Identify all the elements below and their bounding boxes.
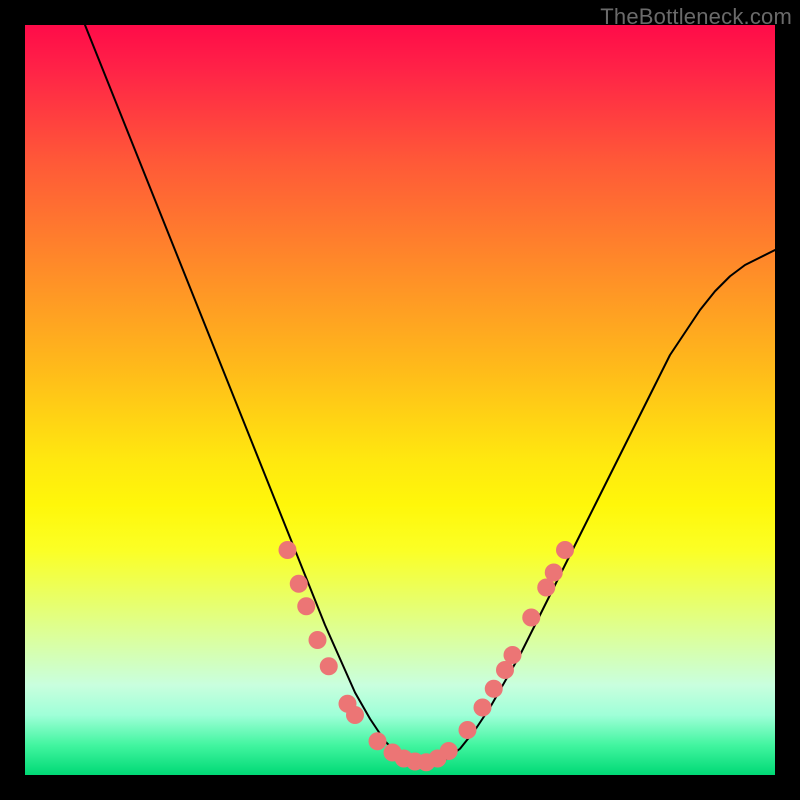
data-marker xyxy=(346,706,364,724)
data-marker xyxy=(369,732,387,750)
data-marker xyxy=(556,541,574,559)
data-marker xyxy=(309,631,327,649)
data-marker xyxy=(279,541,297,559)
data-marker xyxy=(320,657,338,675)
data-marker xyxy=(545,564,563,582)
chart-container: TheBottleneck.com xyxy=(0,0,800,800)
data-marker xyxy=(485,680,503,698)
data-marker xyxy=(504,646,522,664)
data-marker xyxy=(459,721,477,739)
data-marker xyxy=(522,609,540,627)
plot-area xyxy=(25,25,775,775)
data-marker xyxy=(474,699,492,717)
chart-svg xyxy=(25,25,775,775)
data-marker xyxy=(290,575,308,593)
watermark-text: TheBottleneck.com xyxy=(600,4,792,30)
data-marker xyxy=(440,742,458,760)
curve-line xyxy=(85,25,775,764)
data-marker xyxy=(297,597,315,615)
